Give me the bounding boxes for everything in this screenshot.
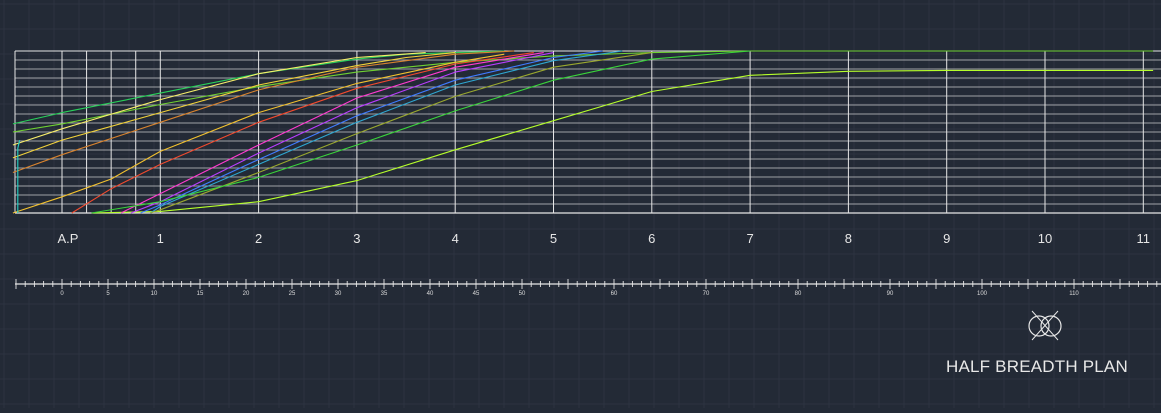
station-label: 10 <box>1038 231 1052 246</box>
scale-labels: 0510152025303540455060708090100110120 <box>60 291 1161 297</box>
scale-label: 10 <box>151 291 158 297</box>
station-label: A.P <box>58 231 79 246</box>
scale-label: 20 <box>243 291 250 297</box>
scale-label: 15 <box>197 291 204 297</box>
scale-bar <box>15 279 1161 289</box>
scale-label: 5 <box>106 291 110 297</box>
station-label: 7 <box>746 231 753 246</box>
station-label: 4 <box>452 231 459 246</box>
station-label: 1 <box>157 231 164 246</box>
station-label: 3 <box>353 231 360 246</box>
station-label: 5 <box>550 231 557 246</box>
drawing-title: HALF BREADTH PLAN <box>946 357 1128 377</box>
scale-label: 35 <box>381 291 388 297</box>
half-breadth-plan-drawing: A.P1234567891011 05101520253035404550607… <box>0 0 1161 408</box>
scale-label: 100 <box>977 291 988 297</box>
waterline-curve <box>151 53 652 213</box>
scale-label: 50 <box>519 291 526 297</box>
waterline-curve <box>18 140 20 213</box>
scale-label: 90 <box>887 291 894 297</box>
scale-label: 110 <box>1069 291 1079 297</box>
scale-label: 40 <box>427 291 434 297</box>
scale-label: 70 <box>703 291 710 297</box>
scale-label: 60 <box>611 291 618 297</box>
scale-label: 30 <box>335 291 342 297</box>
waterline-curve <box>92 70 1154 213</box>
scale-label: 45 <box>473 291 480 297</box>
ship-symbol-icon <box>1029 311 1061 340</box>
station-label: 6 <box>648 231 655 246</box>
station-label: 2 <box>255 231 262 246</box>
station-label: 9 <box>943 231 950 246</box>
station-label: 8 <box>845 231 852 246</box>
scale-label: 25 <box>289 291 296 297</box>
station-label: 11 <box>1137 231 1151 246</box>
drawing-canvas[interactable]: A.P1234567891011 05101520253035404550607… <box>0 0 1161 408</box>
scale-label: 80 <box>795 291 802 297</box>
scale-label: 0 <box>60 291 64 297</box>
